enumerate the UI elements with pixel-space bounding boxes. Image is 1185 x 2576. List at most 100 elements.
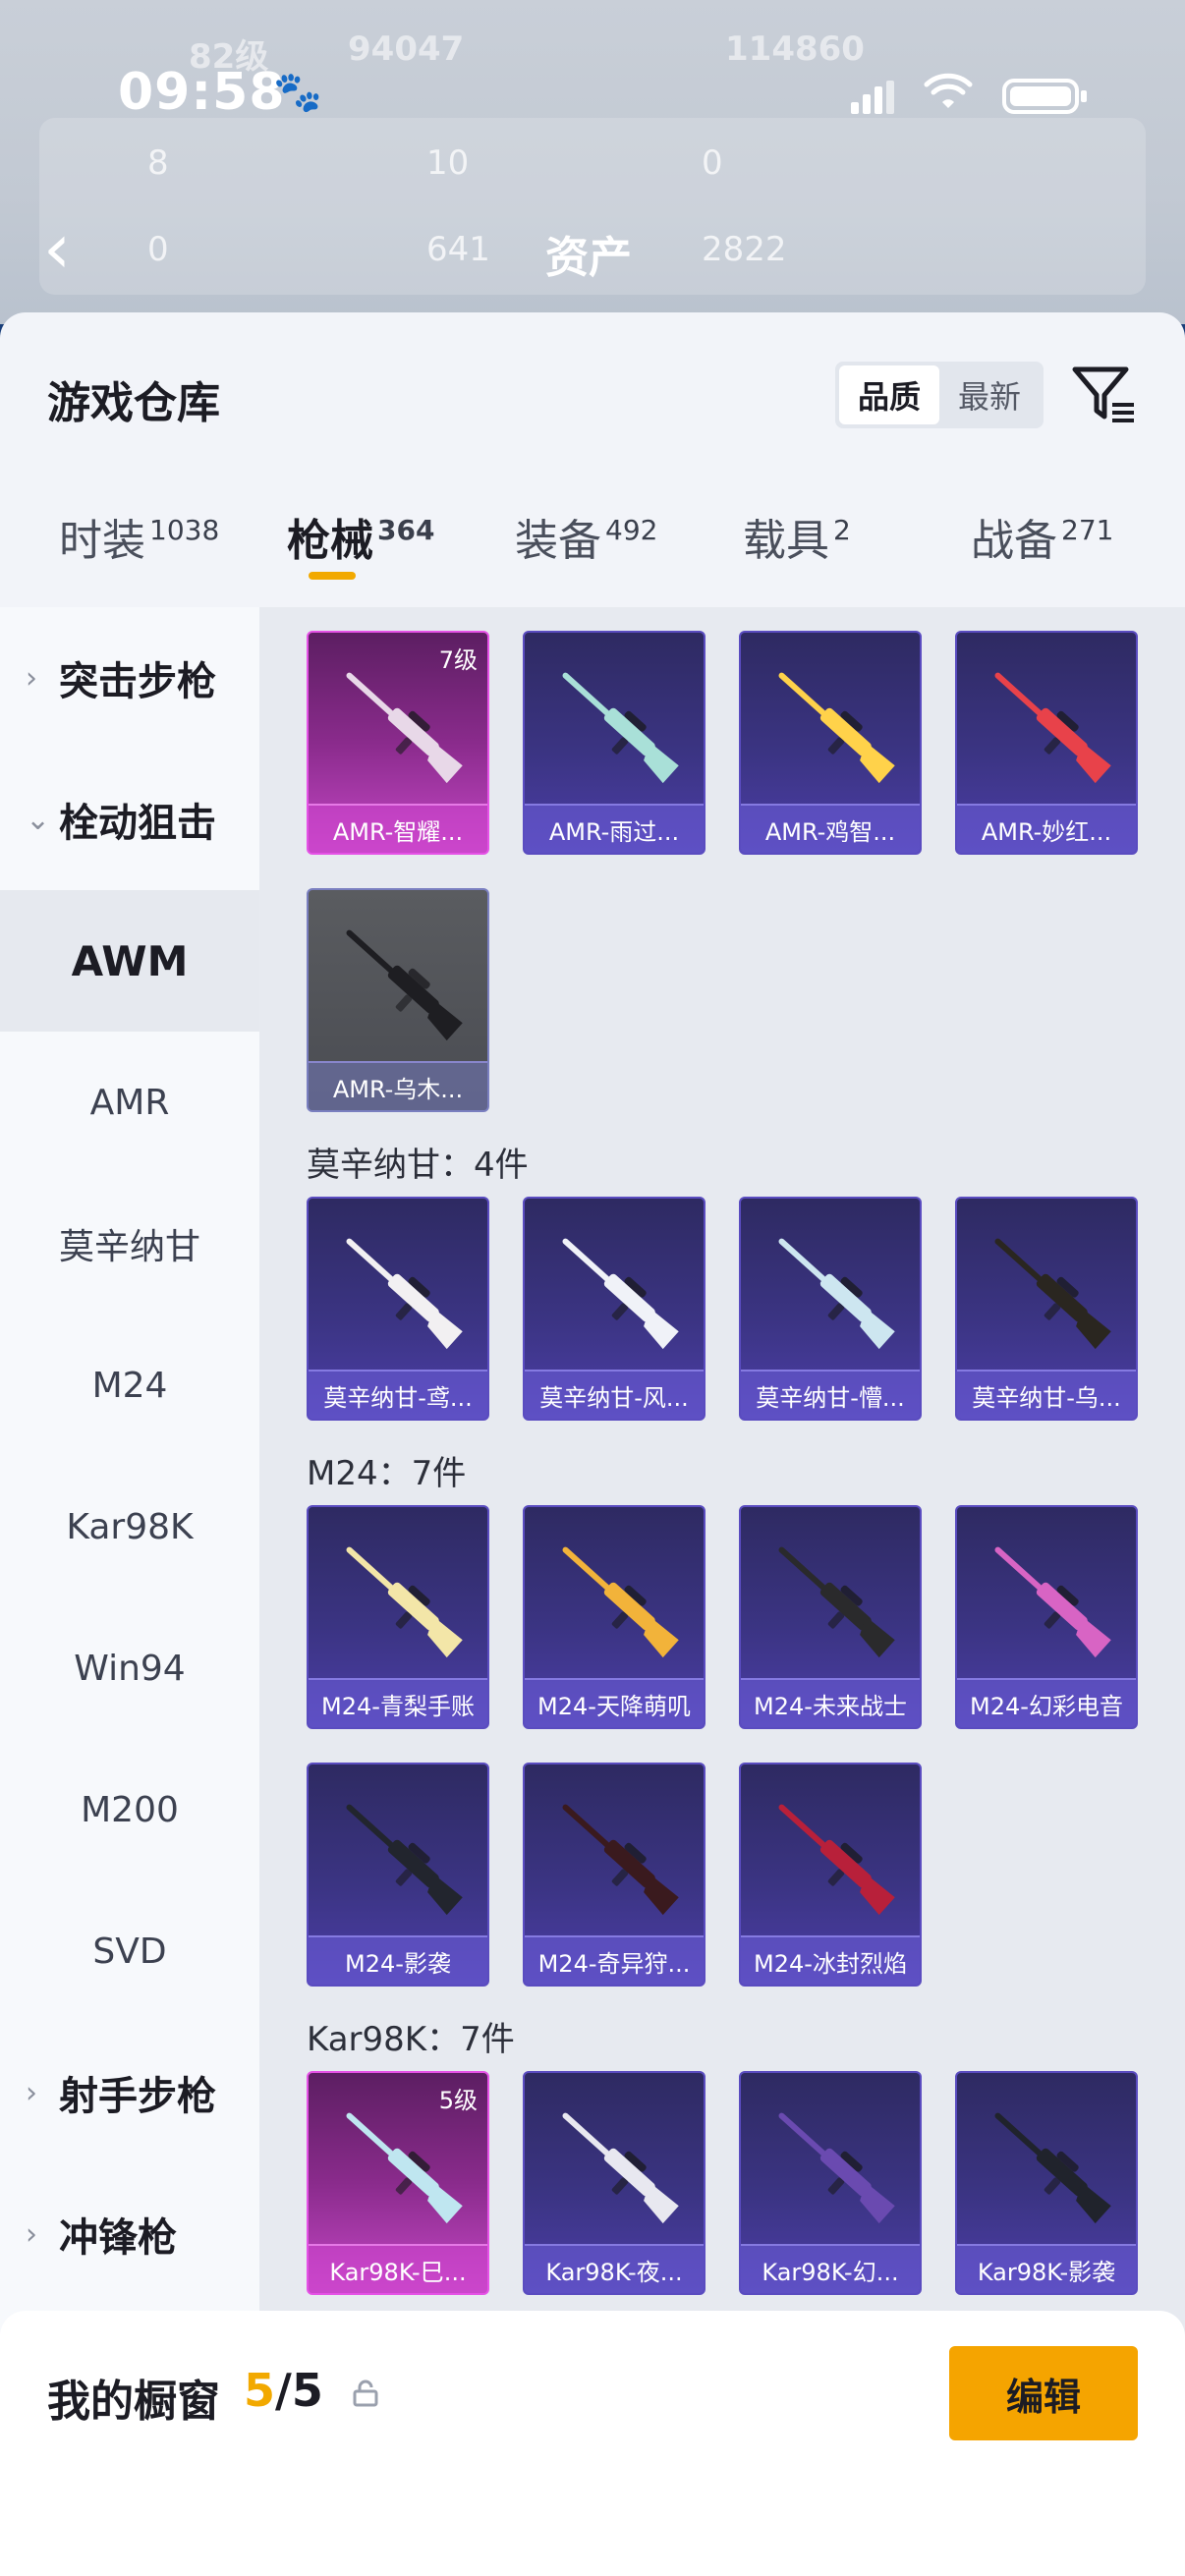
weapon-name: M24-影袭 <box>309 1935 487 1985</box>
weapon-skin-image <box>778 2112 895 2224</box>
weapon-skin-image <box>778 1238 895 1350</box>
sidebar-item-10[interactable]: › 射手步枪 <box>0 2022 259 2163</box>
weapon-card[interactable]: M24-天降萌叽 <box>523 1505 705 1729</box>
weapon-card[interactable]: Kar98K-幻... <box>739 2071 922 2295</box>
sidebar-item-5[interactable]: M24 <box>0 1315 259 1456</box>
weapon-card[interactable]: AMR-雨过... <box>523 631 705 855</box>
weapon-skin-image <box>562 2112 679 2224</box>
sidebar-item-7[interactable]: Win94 <box>0 1597 259 1739</box>
weapon-card[interactable]: Kar98K-夜... <box>523 2071 705 2295</box>
edit-button[interactable]: 编辑 <box>949 2346 1138 2440</box>
weapon-skin-image <box>562 672 679 784</box>
weapon-card[interactable]: Kar98K-影袭 <box>955 2071 1138 2295</box>
sidebar-item-label: M24 <box>91 1365 168 1406</box>
sidebar-item-label: Kar98K <box>66 1506 194 1547</box>
weapon-level-badge: 5级 <box>438 2087 478 2114</box>
tab-tactical[interactable]: 战备 271 <box>971 505 1113 568</box>
weapon-card[interactable]: M24-影袭 <box>307 1763 489 1987</box>
sidebar-item-1[interactable]: ⌄ 栓动狙击 <box>0 749 259 890</box>
weapon-card[interactable]: 莫辛纳甘-乌... <box>955 1197 1138 1421</box>
showcase-count: 5/5 <box>244 2364 323 2417</box>
battery-icon <box>1002 79 1087 114</box>
bg-stat-2: 10 <box>426 143 470 183</box>
weapon-skin-image <box>562 1546 679 1658</box>
sidebar-item-3[interactable]: AMR <box>0 1032 259 1173</box>
weapon-card[interactable]: M24-冰封烈焰 <box>739 1763 922 1987</box>
tab-fashion[interactable]: 时装 1038 <box>59 505 219 568</box>
weapon-skin-image <box>778 1804 895 1916</box>
weapon-card[interactable]: AMR-乌木... <box>307 888 489 1112</box>
weapon-skin-image <box>994 1546 1111 1658</box>
chevron-right-icon: › <box>26 2216 37 2252</box>
sort-toggle: 品质 最新 <box>835 362 1044 428</box>
back-chevron-icon[interactable]: ‹ <box>43 214 71 283</box>
wifi-icon <box>924 73 973 122</box>
chevron-right-icon: › <box>26 2075 37 2110</box>
tab-vehicles[interactable]: 载具 2 <box>743 505 851 568</box>
weapon-card[interactable]: M24-青梨手账 <box>307 1505 489 1729</box>
weapon-card[interactable]: M24-未来战士 <box>739 1505 922 1729</box>
weapon-name: 莫辛纳甘-风... <box>525 1370 704 1419</box>
tab-count: 2 <box>833 514 851 546</box>
weapon-skin-image <box>778 672 895 784</box>
bg-stat-4: 0 <box>147 230 169 269</box>
sidebar-item-11[interactable]: › 冲锋枪 <box>0 2163 259 2305</box>
sidebar-item-2[interactable]: AWM <box>0 890 259 1032</box>
weapon-name: AMR-鸡智... <box>741 804 920 853</box>
filter-icon[interactable] <box>1069 360 1138 428</box>
sidebar-item-label: Win94 <box>74 1648 186 1689</box>
weapon-card[interactable]: AMR-鸡智... <box>739 631 922 855</box>
paw-icon: 🐾 <box>273 70 322 115</box>
tab-count: 364 <box>377 514 435 546</box>
section-title: M24：7件 <box>307 1454 467 1493</box>
weapon-name: AMR-妙红... <box>957 804 1136 853</box>
sidebar-item-4[interactable]: 莫辛纳甘 <box>0 1173 259 1315</box>
weapon-card[interactable]: 莫辛纳甘-鸢... <box>307 1197 489 1421</box>
background-profile-header: 82级 94047 114860 8 10 0 0 641 2822 ‹ 资产 … <box>0 0 1185 324</box>
sidebar-item-label: 冲锋枪 <box>59 2215 177 2261</box>
warehouse-sheet: 游戏仓库 品质 最新 时装 1038 枪械 364 装备 492 载具 2 战备 271 … <box>0 312 1185 2576</box>
sidebar-item-label: 莫辛纳甘 <box>58 1227 200 1267</box>
weapon-name: M24-未来战士 <box>741 1678 920 1727</box>
weapon-card[interactable]: 7级 AMR-智耀... <box>307 631 489 855</box>
weapon-card[interactable]: 莫辛纳甘-懵... <box>739 1197 922 1421</box>
sidebar-item-label: 栓动狙击 <box>59 801 216 846</box>
sidebar-item-8[interactable]: M200 <box>0 1739 259 1880</box>
sort-newest-button[interactable]: 最新 <box>939 365 1040 424</box>
showcase-count-current: 5 <box>244 2364 276 2417</box>
chevron-down-icon: ⌄ <box>26 802 51 837</box>
weapon-name: Kar98K-巳... <box>309 2244 487 2293</box>
weapon-card[interactable]: 莫辛纳甘-风... <box>523 1197 705 1421</box>
weapon-card[interactable]: 5级 Kar98K-巳... <box>307 2071 489 2295</box>
weapon-card[interactable]: M24-幻彩电音 <box>955 1505 1138 1729</box>
weapon-name: 莫辛纳甘-乌... <box>957 1370 1136 1419</box>
tab-label: 装备 <box>515 516 601 566</box>
weapon-name: 莫辛纳甘-懵... <box>741 1370 920 1419</box>
lock-icon <box>352 2380 379 2407</box>
active-tab-indicator <box>309 572 356 580</box>
bg-stat-5: 641 <box>426 230 490 269</box>
weapon-skin-image <box>346 929 463 1041</box>
tab-weapons[interactable]: 枪械 364 <box>287 505 435 580</box>
tab-equipment[interactable]: 装备 492 <box>515 505 657 568</box>
weapon-card[interactable]: M24-奇异狩... <box>523 1763 705 1987</box>
showcase-label: 我的橱窗 <box>47 2377 220 2427</box>
weapon-skin-image <box>346 1804 463 1916</box>
sidebar-item-label: 突击步枪 <box>59 659 216 704</box>
weapon-card[interactable]: AMR-妙红... <box>955 631 1138 855</box>
signal-icon <box>851 81 894 114</box>
weapon-skin-image <box>346 1238 463 1350</box>
weapon-skin-image <box>994 2112 1111 2224</box>
weapon-name: M24-奇异狩... <box>525 1935 704 1985</box>
tab-count: 1038 <box>149 514 220 546</box>
showcase-count-total: 5 <box>291 2364 323 2417</box>
weapon-skin-image <box>346 672 463 784</box>
weapon-name: M24-冰封烈焰 <box>741 1935 920 1985</box>
weapon-name: 莫辛纳甘-鸢... <box>309 1370 487 1419</box>
sidebar-item-6[interactable]: Kar98K <box>0 1456 259 1597</box>
tab-label: 时装 <box>59 516 145 566</box>
sort-quality-button[interactable]: 品质 <box>839 365 939 424</box>
weapon-name: M24-幻彩电音 <box>957 1678 1136 1727</box>
sidebar-item-9[interactable]: SVD <box>0 1880 259 2022</box>
sidebar-item-0[interactable]: › 突击步枪 <box>0 607 259 749</box>
